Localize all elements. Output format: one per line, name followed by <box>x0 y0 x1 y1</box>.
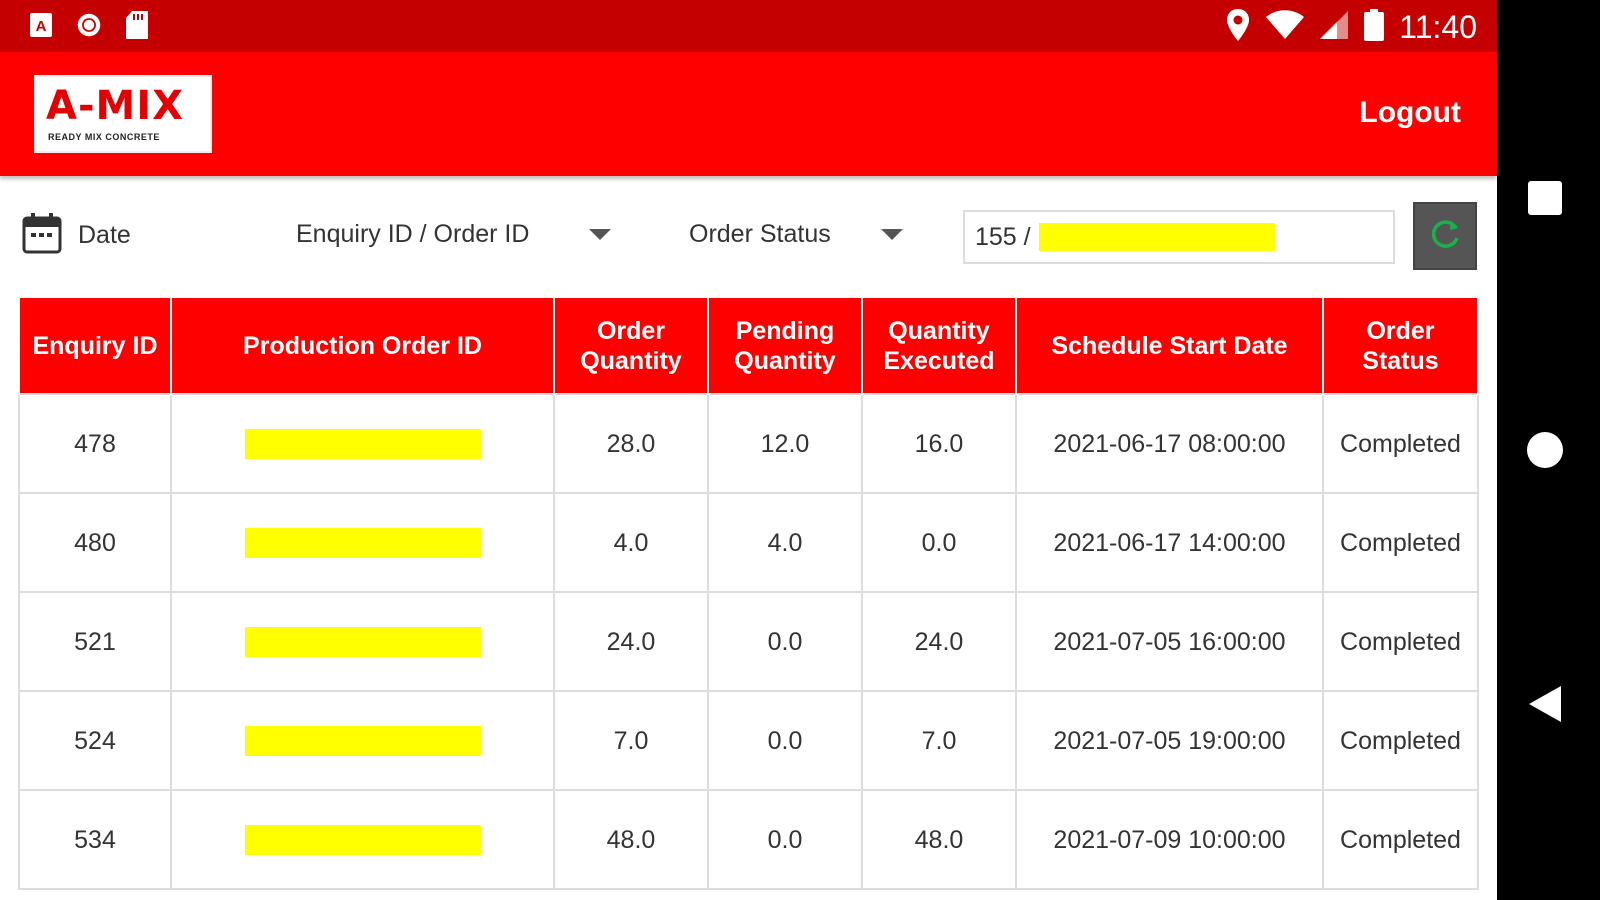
logo-subtext: READY MIX CONCRETE <box>48 132 160 142</box>
production-order-id-cell <box>170 492 555 593</box>
order-quantity-cell: 48.0 <box>553 789 709 890</box>
cell-signal-icon <box>1319 10 1349 45</box>
order-quantity-cell: 28.0 <box>553 393 709 494</box>
logout-button[interactable]: Logout <box>1359 96 1461 130</box>
table-row[interactable]: 521 24.0 0.0 24.0 2021-07-05 16:00:00 Co… <box>18 591 1479 692</box>
status-bar: A 11:40 <box>0 0 1497 52</box>
order-quantity-cell: 7.0 <box>553 690 709 791</box>
quantity-executed-cell: 0.0 <box>861 492 1017 593</box>
col-header-order-status: Order Status <box>1322 298 1479 394</box>
enquiry-id-cell: 480 <box>18 492 172 593</box>
redacted-block <box>244 627 481 658</box>
redacted-block <box>244 726 481 757</box>
enquiry-id-cell: 521 <box>18 591 172 692</box>
col-header-production-order-id: Production Order ID <box>170 298 555 394</box>
table-header-row: Enquiry ID Production Order ID Order Qua… <box>18 298 1479 394</box>
refresh-icon <box>1427 216 1463 257</box>
chevron-down-icon <box>589 229 612 240</box>
enquiry-order-id-label: Enquiry ID / Order ID <box>296 220 530 248</box>
recents-button[interactable] <box>1525 178 1565 223</box>
quantity-executed-cell: 16.0 <box>861 393 1017 494</box>
pending-quantity-cell: 12.0 <box>707 393 863 494</box>
schedule-start-date-cell: 2021-06-17 14:00:00 <box>1015 492 1324 593</box>
sd-card-icon <box>124 10 150 40</box>
schedule-start-date-cell: 2021-06-17 08:00:00 <box>1015 393 1324 494</box>
col-header-pending-quantity: Pending Quantity <box>707 298 863 394</box>
enquiry-id-cell: 478 <box>18 393 172 494</box>
quantity-executed-cell: 24.0 <box>861 591 1017 692</box>
app-bar: A-MIX READY MIX CONCRETE Logout <box>0 52 1497 176</box>
enquiry-id-cell: 534 <box>18 789 172 890</box>
col-header-quantity-executed: Quantity Executed <box>861 298 1017 394</box>
date-label: Date <box>78 221 131 249</box>
pending-quantity-cell: 4.0 <box>707 492 863 593</box>
date-filter[interactable]: Date <box>22 212 131 259</box>
order-status-cell: Completed <box>1322 393 1479 494</box>
recents-icon <box>1525 181 1565 222</box>
battery-icon <box>1363 8 1385 47</box>
order-status-dropdown[interactable]: Order Status <box>689 220 903 249</box>
col-header-enquiry-id: Enquiry ID <box>18 298 172 394</box>
redacted-block <box>244 429 481 460</box>
back-button[interactable] <box>1525 684 1565 729</box>
redacted-block <box>244 528 481 559</box>
svg-text:A: A <box>36 18 47 35</box>
company-logo: A-MIX READY MIX CONCRETE <box>34 75 212 153</box>
record-icon <box>76 10 102 40</box>
quantity-executed-cell: 7.0 <box>861 690 1017 791</box>
table-row[interactable]: 534 48.0 0.0 48.0 2021-07-09 10:00:00 Co… <box>18 789 1479 890</box>
col-header-schedule-start-date: Schedule Start Date <box>1015 298 1324 394</box>
quantity-executed-cell: 48.0 <box>861 789 1017 890</box>
enquiry-order-id-dropdown[interactable]: Enquiry ID / Order ID <box>296 220 612 249</box>
search-input-value: 155 / <box>975 222 1031 251</box>
table-row[interactable]: 480 4.0 4.0 0.0 2021-06-17 14:00:00 Comp… <box>18 492 1479 593</box>
chevron-down-icon <box>880 229 903 240</box>
production-order-id-cell <box>170 591 555 692</box>
col-header-order-quantity: Order Quantity <box>553 298 709 394</box>
order-quantity-cell: 24.0 <box>553 591 709 692</box>
calendar-icon <box>22 212 62 259</box>
logo-text: A-MIX <box>46 83 185 129</box>
a-notification-icon: A <box>28 10 54 40</box>
wifi-icon <box>1265 10 1305 45</box>
status-bar-left: A <box>28 10 150 40</box>
schedule-start-date-cell: 2021-07-09 10:00:00 <box>1015 789 1324 890</box>
production-order-id-cell <box>170 393 555 494</box>
home-button[interactable] <box>1525 430 1565 475</box>
pending-quantity-cell: 0.0 <box>707 591 863 692</box>
order-status-cell: Completed <box>1322 492 1479 593</box>
pending-quantity-cell: 0.0 <box>707 789 863 890</box>
schedule-start-date-cell: 2021-07-05 19:00:00 <box>1015 690 1324 791</box>
enquiry-id-cell: 524 <box>18 690 172 791</box>
filter-bar: Date Enquiry ID / Order ID Order Status … <box>0 180 1497 290</box>
status-time: 11:40 <box>1399 9 1477 45</box>
schedule-start-date-cell: 2021-07-05 16:00:00 <box>1015 591 1324 692</box>
table-row[interactable]: 524 7.0 0.0 7.0 2021-07-05 19:00:00 Comp… <box>18 690 1479 791</box>
orders-table: Enquiry ID Production Order ID Order Qua… <box>18 298 1479 890</box>
search-input[interactable]: 155 / <box>963 210 1395 264</box>
pending-quantity-cell: 0.0 <box>707 690 863 791</box>
location-icon <box>1225 8 1251 47</box>
table-row[interactable]: 478 28.0 12.0 16.0 2021-06-17 08:00:00 C… <box>18 393 1479 494</box>
system-nav-bar <box>1497 0 1600 900</box>
app-screen: A 11:40 A-MIX READY MIX CONCRETE Logout … <box>0 0 1497 900</box>
status-bar-right: 11:40 <box>1225 8 1477 47</box>
production-order-id-cell <box>170 690 555 791</box>
redacted-block <box>1038 223 1275 251</box>
production-order-id-cell <box>170 789 555 890</box>
back-icon <box>1525 686 1565 728</box>
order-status-cell: Completed <box>1322 690 1479 791</box>
order-quantity-cell: 4.0 <box>553 492 709 593</box>
redacted-block <box>244 825 481 856</box>
home-icon <box>1525 432 1565 474</box>
order-status-cell: Completed <box>1322 591 1479 692</box>
refresh-button[interactable] <box>1413 202 1477 270</box>
order-status-cell: Completed <box>1322 789 1479 890</box>
order-status-label: Order Status <box>689 220 831 248</box>
